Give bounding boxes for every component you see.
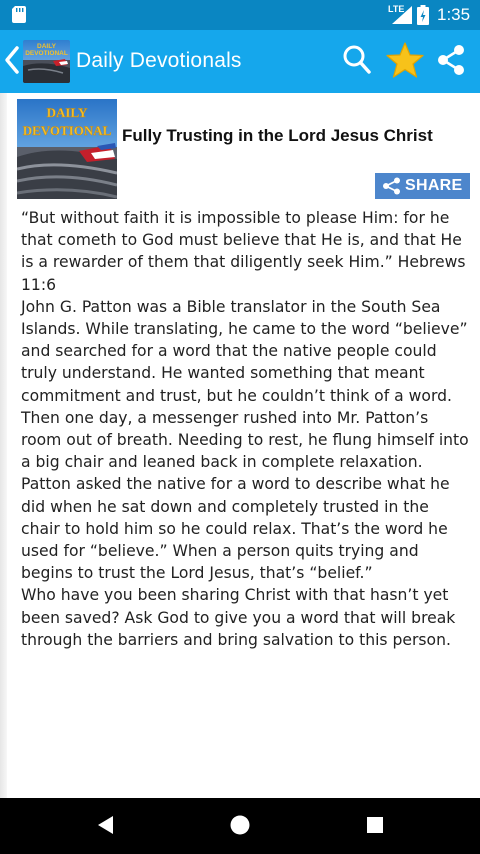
app-logo: DAILY DEVOTIONAL [23, 40, 70, 83]
devotional-thumbnail: DAILY DEVOTIONAL [17, 99, 117, 199]
devotional-title: Fully Trusting in the Lord Jesus Christ [122, 126, 433, 145]
app-title: Daily Devotionals [76, 49, 242, 72]
card-shadow-left [0, 93, 7, 798]
svg-text:DAILY: DAILY [37, 43, 57, 50]
star-icon[interactable] [385, 41, 425, 79]
sd-card-icon [12, 6, 26, 23]
share-button[interactable]: SHARE [375, 173, 470, 199]
recents-square-icon[interactable] [365, 814, 385, 836]
share-icon [383, 177, 400, 195]
search-icon[interactable] [342, 44, 372, 76]
system-nav-bar [0, 798, 480, 854]
back-arrow-icon[interactable] [4, 45, 20, 75]
application-paragraph: Who have you been sharing Christ with th… [21, 586, 456, 649]
devotional-body: “But without faith it is impossible to p… [21, 207, 471, 651]
thumbnail-text-daily: DAILY [47, 105, 88, 120]
scripture-paragraph: “But without faith it is impossible to p… [21, 209, 466, 294]
battery-icon [417, 5, 429, 25]
app-bar: DAILY DEVOTIONAL Daily Devotionals [0, 30, 480, 93]
clock: 1:35 [437, 5, 471, 24]
story-paragraph: John G. Patton was a Bible translator in… [21, 297, 469, 583]
status-bar: LTE 1:35 [0, 0, 480, 30]
back-triangle-icon[interactable] [95, 814, 115, 836]
share-button-label: SHARE [405, 177, 463, 194]
home-circle-icon[interactable] [229, 814, 251, 836]
thumbnail-text-devotional: DEVOTIONAL [23, 123, 112, 138]
share-icon[interactable] [436, 44, 466, 76]
signal-icon [392, 6, 412, 24]
svg-text:DEVOTIONAL: DEVOTIONAL [25, 50, 68, 57]
